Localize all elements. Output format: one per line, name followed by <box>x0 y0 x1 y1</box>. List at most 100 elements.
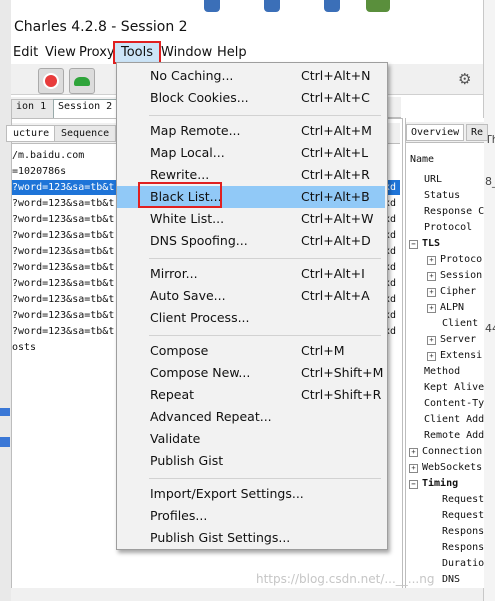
menu-item-shortcut: Ctrl+Alt+M <box>301 123 372 138</box>
title-bar: Charles 4.2.8 - Session 2 <box>11 0 483 40</box>
menu-item-white-list[interactable]: White List... Ctrl+Alt+W <box>117 208 385 230</box>
record-icon <box>45 75 57 87</box>
menu-item-label: White List... <box>150 211 225 226</box>
overview-panel: Overview Re Name URL Status Response C Prot… <box>405 118 489 588</box>
collapse-icon[interactable]: − <box>409 240 418 249</box>
tree-row-label: ?word=123&sa=tb&t <box>12 198 115 209</box>
overview-row-label: Response C <box>424 206 485 217</box>
throttle-button[interactable] <box>69 68 95 94</box>
menu-item-compose-new[interactable]: Compose New... Ctrl+Shift+M <box>117 362 385 384</box>
overview-row-label: Protoco <box>440 254 483 265</box>
menu-item-label: Publish Gist Settings... <box>150 530 291 545</box>
overview-row-label: WebSockets <box>422 462 483 473</box>
menu-item-map-remote[interactable]: Map Remote... Ctrl+Alt+M <box>117 120 385 142</box>
menu-item-label: Mirror... <box>150 266 198 281</box>
tree-row-label: ?word=123&sa=tb&t <box>12 182 115 193</box>
menu-item-auto-save[interactable]: Auto Save... Ctrl+Alt+A <box>117 285 385 307</box>
tab-session-2[interactable]: Session 2 <box>53 99 118 119</box>
overview-row-label: Request <box>442 510 485 521</box>
menu-item-shortcut: Ctrl+Alt+W <box>301 211 374 226</box>
menu-item-shortcut: Ctrl+Alt+A <box>301 288 370 303</box>
expand-icon[interactable]: + <box>427 304 436 313</box>
background-window-strip <box>0 0 11 601</box>
menu-item-shortcut: Ctrl+Alt+L <box>301 145 369 160</box>
menu-separator <box>149 115 381 116</box>
menu-item-repeat[interactable]: Repeat Ctrl+Shift+R <box>117 384 385 406</box>
taskbar-icon <box>264 0 280 12</box>
tree-row-label: ?word=123&sa=tb&t <box>12 310 115 321</box>
watermark: https://blog.csdn.net/...__...ng <box>256 572 435 586</box>
expand-icon[interactable]: + <box>427 352 436 361</box>
menu-item-label: Compose <box>150 343 209 358</box>
menu-item-label: Validate <box>150 431 201 446</box>
menu-separator <box>149 335 381 336</box>
menu-item-label: Map Remote... <box>150 123 241 138</box>
menu-item-publish-gist[interactable]: Publish Gist <box>117 450 385 472</box>
status-bar <box>11 588 483 601</box>
tree-row-label: ?word=123&sa=tb&t <box>12 262 115 273</box>
background-highlight <box>0 437 10 447</box>
menu-item-advanced-repeat[interactable]: Advanced Repeat... <box>117 406 385 428</box>
menu-item-validate[interactable]: Validate <box>117 428 385 450</box>
overview-row-label: Cipher <box>440 286 477 297</box>
menu-item-map-local[interactable]: Map Local... Ctrl+Alt+L <box>117 142 385 164</box>
column-header-name: Name <box>410 154 435 165</box>
taskbar-icon <box>204 0 220 12</box>
menu-item-label: Advanced Repeat... <box>150 409 272 424</box>
overview-row-label: Remote Add <box>424 430 485 441</box>
gear-icon[interactable]: ⚙ <box>458 70 474 88</box>
background-window-edge: Th 8_0 44 <box>483 0 495 601</box>
overview-row-label: Kept Alive <box>424 382 485 393</box>
menu-item-mirror[interactable]: Mirror... Ctrl+Alt+I <box>117 263 385 285</box>
tab-overview[interactable]: Overview <box>406 124 465 141</box>
menu-item-block-cookies[interactable]: Block Cookies... Ctrl+Alt+C <box>117 87 385 109</box>
overview-row-label: Timing <box>422 478 459 489</box>
taskbar-icon <box>366 0 390 12</box>
menu-item-dns-spoofing[interactable]: DNS Spoofing... Ctrl+Alt+D <box>117 230 385 252</box>
background-text: 8_0 <box>485 175 495 188</box>
menu-item-profiles[interactable]: Profiles... <box>117 505 385 527</box>
menu-tools[interactable]: Tools <box>113 41 162 64</box>
menu-view[interactable]: View <box>45 45 76 60</box>
overview-tree: URL Status Response C Protocol − TLS + Protoco +… <box>406 172 484 586</box>
expand-icon[interactable]: + <box>427 288 436 297</box>
tab-request[interactable]: Re <box>466 124 489 141</box>
overview-row-label: ALPN <box>440 302 465 313</box>
tree-row-label: ?word=123&sa=tb&t <box>12 230 115 241</box>
menu-window[interactable]: Window <box>161 45 212 60</box>
menu-item-no-caching[interactable]: No Caching... Ctrl+Alt+N <box>117 65 385 87</box>
overview-row-label: DNS <box>442 574 461 585</box>
record-button[interactable] <box>38 68 64 94</box>
overview-row-label: TLS <box>422 238 441 249</box>
menu-separator <box>149 478 381 479</box>
overview-row-label: Method <box>424 366 461 377</box>
tree-row-label: /m.baidu.com <box>12 150 85 161</box>
menu-item-label: Block Cookies... <box>150 90 249 105</box>
overview-row-label: Client <box>442 318 479 329</box>
menu-item-shortcut: Ctrl+Alt+N <box>301 68 371 83</box>
menu-item-compose[interactable]: Compose Ctrl+M <box>117 340 385 362</box>
background-highlight <box>0 408 10 416</box>
menu-item-import-export-settings[interactable]: Import/Export Settings... <box>117 483 385 505</box>
tree-row-label: ?word=123&sa=tb&t <box>12 278 115 289</box>
menu-item-client-process[interactable]: Client Process... <box>117 307 385 329</box>
expand-icon[interactable]: + <box>427 336 436 345</box>
expand-icon[interactable]: + <box>427 272 436 281</box>
background-text: 44 <box>485 322 495 335</box>
menu-item-label: No Caching... <box>150 68 234 83</box>
tab-sequence[interactable]: Sequence <box>54 125 117 142</box>
menu-item-label: Publish Gist <box>150 453 224 468</box>
expand-icon[interactable]: + <box>409 448 418 457</box>
tree-row-label: ?word=123&sa=tb&t <box>12 214 115 225</box>
tab-structure[interactable]: ucture <box>6 125 57 142</box>
menu-item-publish-gist-settings[interactable]: Publish Gist Settings... <box>117 527 385 549</box>
expand-icon[interactable]: + <box>427 256 436 265</box>
menu-help[interactable]: Help <box>217 45 247 60</box>
overview-row-label: Respons <box>442 542 485 553</box>
overview-row-label: Extensi <box>440 350 483 361</box>
expand-icon[interactable]: + <box>409 464 418 473</box>
tree-row-label: osts <box>12 342 37 353</box>
menu-proxy[interactable]: Proxy <box>79 45 115 60</box>
collapse-icon[interactable]: − <box>409 480 418 489</box>
menu-edit[interactable]: Edit <box>13 45 38 60</box>
